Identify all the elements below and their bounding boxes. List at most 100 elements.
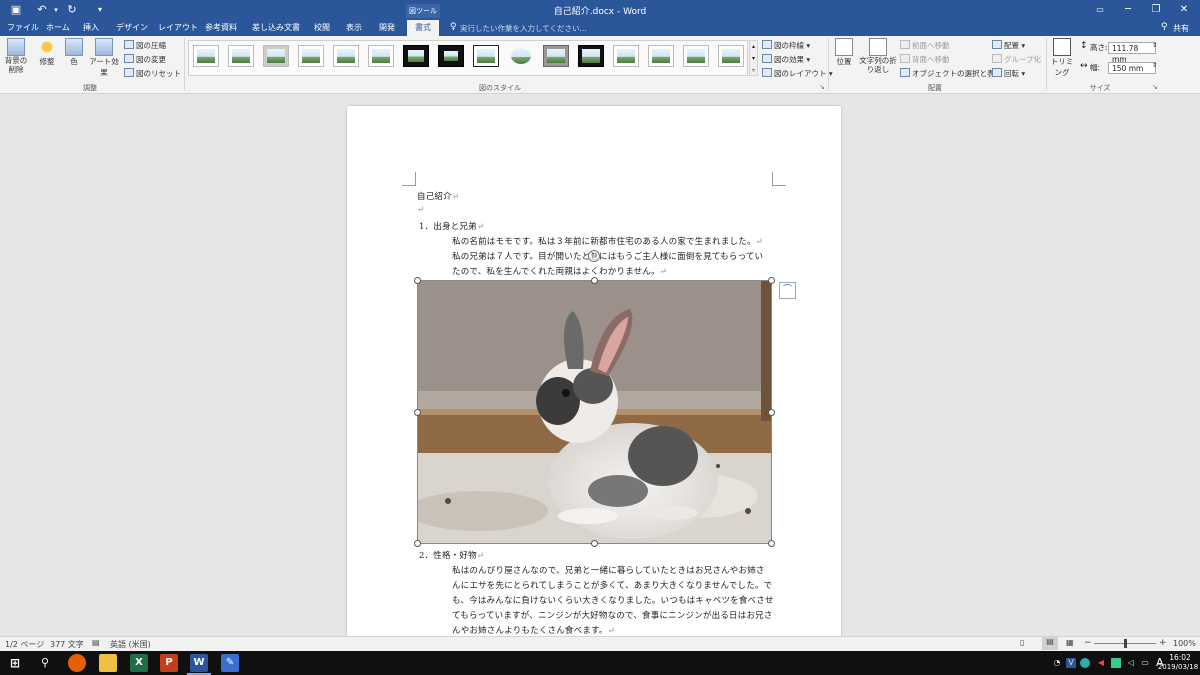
picture-effects-button[interactable]: 図の効果 ▾ (762, 54, 810, 66)
body-line[interactable]: んやお姉さんよりもたくさん食べます。↵ (452, 624, 615, 636)
style-thumb-8[interactable] (438, 45, 464, 67)
rotate-handle-icon[interactable]: ↻ (588, 250, 600, 262)
tell-me-input[interactable]: 実行したい作業を入力してください... (460, 23, 587, 34)
style-thumb-1[interactable] (193, 45, 219, 67)
reset-picture-button[interactable]: 図のリセット (124, 68, 181, 80)
windows-start-icon[interactable]: ⊞ (6, 654, 24, 672)
body-line[interactable]: 私の兄弟は７人です。目が開いたときにはもうご主人様に面倒を見てもらってい (452, 250, 763, 262)
style-thumb-10[interactable] (508, 45, 534, 67)
tab-format[interactable]: 書式 (407, 20, 439, 36)
style-thumb-9[interactable] (473, 45, 499, 67)
color-button[interactable]: 色 (63, 38, 85, 67)
dialog-launcher-icon[interactable]: ↘ (819, 83, 825, 91)
corrections-button[interactable]: 修整 (36, 38, 58, 67)
file-explorer-icon[interactable] (99, 654, 117, 672)
body-line[interactable]: 私の名前はモモです。私は３年前に新都市住宅のある人の家で生まれました。↵ (452, 235, 763, 247)
body-line[interactable]: 私はのんびり屋さんなので、兄弟と一緒に暮らしていたときはお兄さんやお姉さ (452, 564, 765, 576)
section1-heading[interactable]: 1．出身と兄弟↵ (419, 220, 484, 232)
firefox-icon[interactable] (68, 654, 86, 672)
tab-design[interactable]: デザイン (112, 20, 152, 36)
body-line[interactable]: たので、私を生んでくれた両親はよくわかりません。↵ (452, 265, 667, 277)
tab-insert[interactable]: 挿入 (79, 20, 103, 36)
read-mode-icon[interactable]: ▯ (1020, 638, 1024, 647)
spinner-icon[interactable]: ⇕ (1152, 42, 1157, 49)
style-thumb-3[interactable] (263, 45, 289, 67)
resize-handle[interactable] (768, 540, 775, 547)
wrap-text-button[interactable]: 文字列の折り返し (858, 38, 898, 74)
display-icon[interactable]: ▭ (1140, 658, 1150, 668)
network-icon[interactable]: ◔ (1052, 658, 1062, 668)
tab-view[interactable]: 表示 (342, 20, 366, 36)
zoom-slider-thumb[interactable] (1124, 639, 1127, 648)
spinner-icon[interactable]: ⇕ (1152, 62, 1157, 69)
alert-icon[interactable]: ◀ (1096, 658, 1106, 668)
language-indicator[interactable]: 英語 (米国) (110, 639, 151, 650)
resize-handle[interactable] (414, 540, 421, 547)
clock-time[interactable]: 16:02 (1160, 653, 1200, 662)
web-layout-icon[interactable]: ▦ (1066, 638, 1074, 647)
position-button[interactable]: 位置 (832, 38, 856, 67)
rabbit-picture[interactable] (417, 280, 772, 544)
powerpoint-icon[interactable]: P (160, 654, 178, 672)
width-field[interactable]: 150 mm (1108, 62, 1156, 74)
word-icon[interactable]: W (190, 654, 208, 672)
empty-paragraph[interactable]: ↵ (417, 205, 424, 215)
bring-forward-button[interactable]: 前面へ移動 (900, 40, 950, 52)
style-thumb-6[interactable] (368, 45, 394, 67)
resize-handle[interactable] (591, 277, 598, 284)
zoom-in-button[interactable]: + (1159, 638, 1167, 648)
style-thumb-16[interactable] (718, 45, 744, 67)
zoom-level[interactable]: 100% (1173, 639, 1196, 648)
undo-dropdown-icon[interactable]: ▾ (48, 3, 64, 17)
close-button[interactable]: ✕ (1170, 0, 1198, 20)
style-thumb-11[interactable] (543, 45, 569, 67)
page-indicator[interactable]: 1/2 ページ (5, 639, 44, 650)
group-objects-button[interactable]: グループ化 (992, 54, 1041, 66)
save-icon[interactable]: ▣ (8, 3, 24, 17)
tab-home[interactable]: ホーム (42, 20, 74, 36)
picture-layout-button[interactable]: 図のレイアウト ▾ (762, 68, 833, 80)
minimize-button[interactable]: ─ (1114, 0, 1142, 20)
excel-icon[interactable]: X (130, 654, 148, 672)
search-icon[interactable]: ⚲ (36, 654, 54, 672)
sync-icon[interactable] (1080, 658, 1090, 668)
body-line[interactable]: んにエサを先にとられてしまうことが多くて、あまり大きくなりませんでした。で (452, 579, 772, 591)
proofing-icon[interactable]: ▤ (92, 638, 100, 647)
section2-heading[interactable]: 2．性格・好物↵ (419, 549, 484, 561)
style-thumb-5[interactable] (333, 45, 359, 67)
style-thumb-7[interactable] (403, 45, 429, 67)
resize-handle[interactable] (414, 277, 421, 284)
send-backward-button[interactable]: 背面へ移動 (900, 54, 950, 66)
tab-references[interactable]: 参考資料 (201, 20, 241, 36)
ribbon-display-icon[interactable]: ▭ (1086, 0, 1114, 20)
artistic-effects-button[interactable]: アート効果 (87, 38, 121, 78)
resize-handle[interactable] (768, 277, 775, 284)
compress-pictures-button[interactable]: 図の圧縮 (124, 40, 166, 52)
word-count[interactable]: 377 文字 (50, 639, 84, 650)
app-tray-icon[interactable]: V (1066, 658, 1076, 668)
height-field[interactable]: 111.78 mm (1108, 42, 1156, 64)
tab-review[interactable]: 校閲 (310, 20, 334, 36)
style-thumb-14[interactable] (648, 45, 674, 67)
remove-background-button[interactable]: 背景の削除 (3, 38, 29, 74)
change-picture-button[interactable]: 図の変更 (124, 54, 166, 66)
style-thumb-12[interactable] (578, 45, 604, 67)
gallery-scroll[interactable]: ▴ ▾ ▿ (749, 40, 758, 76)
body-line[interactable]: も、今はみんなに負けないくらい大きくなりました。いつもはキャベツを食べさせ (452, 594, 774, 606)
zoom-out-button[interactable]: − (1084, 638, 1092, 648)
dialog-launcher-icon[interactable]: ↘ (1152, 83, 1158, 91)
align-button[interactable]: 配置 ▾ (992, 40, 1025, 52)
tab-file[interactable]: ファイル (3, 20, 43, 36)
tab-layout[interactable]: レイアウト (154, 20, 202, 36)
tab-developer[interactable]: 開発 (375, 20, 399, 36)
layout-options-icon[interactable]: ⌒ (779, 282, 796, 299)
resize-handle[interactable] (591, 540, 598, 547)
security-icon[interactable] (1111, 658, 1121, 668)
style-thumb-4[interactable] (298, 45, 324, 67)
restore-button[interactable]: ❐ (1142, 0, 1170, 20)
print-layout-icon[interactable]: ▤ (1042, 637, 1058, 650)
customize-qat-icon[interactable]: ▾ (92, 3, 108, 17)
resize-handle[interactable] (768, 409, 775, 416)
clock-date[interactable]: 2019/03/18 (1156, 663, 1200, 671)
crop-button[interactable]: トリミング (1048, 38, 1076, 78)
